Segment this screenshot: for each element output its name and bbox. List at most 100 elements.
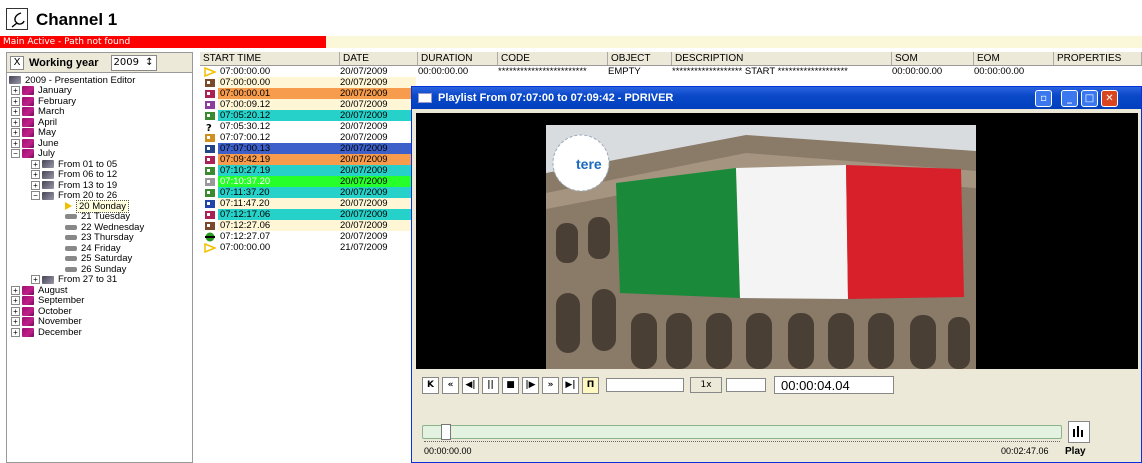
tree-month-november[interactable]: + November xyxy=(9,316,192,328)
row-highlight: 07:11:37.20 20/07/2009 xyxy=(218,187,416,198)
tree-item-label: July xyxy=(38,148,55,160)
date-cell: 20/07/2009 xyxy=(340,66,388,77)
tree-month-june[interactable]: + June xyxy=(9,138,192,149)
expand-toggle-icon[interactable]: + xyxy=(11,128,20,138)
start-flag-icon xyxy=(204,66,218,77)
tree-item-label: May xyxy=(38,127,56,139)
player-title-bar[interactable]: Playlist From 07:07:00 to 07:09:42 - PDR… xyxy=(412,87,1141,109)
clip-icon xyxy=(204,155,216,165)
tree-week-item[interactable]: + From 13 to 19 xyxy=(9,180,192,191)
expand-toggle-icon[interactable]: + xyxy=(11,96,20,106)
column-header-som[interactable]: SOM xyxy=(892,52,974,65)
month-book-icon xyxy=(22,285,34,295)
column-header-eom[interactable]: EOM xyxy=(974,52,1054,65)
restore-small-button[interactable]: ▫ xyxy=(1035,90,1052,107)
minimize-button[interactable]: _ xyxy=(1061,90,1078,107)
tree-item-label: From 06 to 12 xyxy=(58,169,118,181)
end-marker-icon xyxy=(204,232,216,242)
tree-month-october[interactable]: + October xyxy=(9,306,192,317)
fast-forward-button[interactable]: » xyxy=(542,376,559,394)
stop-button[interactable]: ■ xyxy=(502,376,519,394)
expand-toggle-icon[interactable]: + xyxy=(11,306,20,316)
fast-rewind-button[interactable]: « xyxy=(442,376,459,394)
position-slider-thumb[interactable] xyxy=(441,424,452,440)
expand-toggle-icon[interactable]: + xyxy=(11,285,20,295)
expand-toggle-icon[interactable]: + xyxy=(31,275,40,285)
close-tree-button[interactable]: X xyxy=(10,55,24,70)
month-book-icon xyxy=(22,149,34,159)
tree-root[interactable]: 2009 - Presentation Editor xyxy=(9,75,192,86)
spinner-arrows-icon[interactable]: ↕ xyxy=(145,57,153,68)
tree-month-july[interactable]: − July xyxy=(9,148,192,160)
tree-month-march[interactable]: + March xyxy=(9,106,192,117)
go-to-start-button[interactable]: K xyxy=(422,376,439,394)
expand-toggle-icon[interactable]: + xyxy=(11,86,20,96)
vu-meter-button[interactable] xyxy=(1068,421,1090,443)
close-button[interactable]: ✕ xyxy=(1101,90,1118,107)
tree-month-september[interactable]: + September xyxy=(9,295,192,306)
tree-day-item[interactable]: 26 Sunday xyxy=(9,264,192,275)
expand-toggle-icon[interactable]: + xyxy=(11,327,20,337)
tree-day-item[interactable]: 21 Tuesday xyxy=(9,211,192,222)
date-cell: 20/07/2009 xyxy=(340,132,388,143)
tree-month-december[interactable]: + December xyxy=(9,327,192,338)
calendar-tree[interactable]: 2009 - Presentation Editor + January + Febru… xyxy=(7,73,192,338)
month-book-icon xyxy=(22,107,34,117)
tree-week-item[interactable]: + From 27 to 31 xyxy=(9,274,192,285)
expand-toggle-icon[interactable]: + xyxy=(31,180,40,190)
tree-month-january[interactable]: + January xyxy=(9,85,192,96)
tree-day-item[interactable]: 20 Monday xyxy=(9,199,192,213)
expand-toggle-icon[interactable]: + xyxy=(11,317,20,327)
column-header-description[interactable]: DESCRIPTION xyxy=(672,52,892,65)
expand-toggle-icon[interactable]: + xyxy=(11,138,20,148)
month-book-icon xyxy=(22,327,34,337)
tree-month-may[interactable]: + May xyxy=(9,127,192,139)
maximize-button[interactable]: □ xyxy=(1081,90,1098,107)
step-back-button[interactable]: ◀| xyxy=(462,376,479,394)
tree-week-item[interactable]: + From 01 to 05 xyxy=(9,159,192,170)
go-to-end-button[interactable]: ▶| xyxy=(562,376,579,394)
step-forward-button[interactable]: |▶ xyxy=(522,376,539,394)
playlist-player-window[interactable]: Playlist From 07:07:00 to 07:09:42 - PDR… xyxy=(411,86,1142,463)
tree-day-item[interactable]: 25 Saturday xyxy=(9,253,192,264)
timecode-display: 00:00:04.04 xyxy=(774,376,894,394)
position-slider[interactable] xyxy=(422,424,1062,440)
tree-month-april[interactable]: + April xyxy=(9,117,192,128)
column-header-code[interactable]: CODE xyxy=(498,52,608,65)
date-cell: 20/07/2009 xyxy=(340,99,388,110)
day-icon xyxy=(65,245,77,251)
expand-toggle-icon[interactable]: + xyxy=(11,117,20,127)
column-header-date[interactable]: DATE xyxy=(340,52,418,65)
expand-toggle-icon[interactable]: + xyxy=(11,296,20,306)
tree-day-item[interactable]: 22 Wednesday xyxy=(9,222,192,233)
tree-item-label: February xyxy=(38,95,77,107)
date-cell: 20/07/2009 xyxy=(340,77,388,88)
jog-slider[interactable] xyxy=(606,378,684,392)
expand-toggle-icon[interactable]: − xyxy=(11,149,20,159)
year-spinner[interactable]: 2009 ↕ xyxy=(110,54,157,71)
column-header-duration[interactable]: DURATION xyxy=(418,52,498,65)
logo-watermark-text: tere xyxy=(576,156,602,172)
tree-item-label: November xyxy=(38,316,82,328)
tree-week-item[interactable]: + From 06 to 12 xyxy=(9,169,192,181)
expand-toggle-icon[interactable]: + xyxy=(11,107,20,117)
table-row[interactable]: 07:00:00.00 20/07/2009 00:00:00.00 ********… xyxy=(200,66,1142,77)
expand-toggle-icon[interactable]: + xyxy=(31,170,40,180)
column-header-object[interactable]: OBJECT xyxy=(608,52,672,65)
pause-button[interactable]: || xyxy=(482,376,499,394)
loop-toggle-button[interactable]: Π xyxy=(582,376,599,394)
som-cell: 00:00:00.00 xyxy=(892,66,943,77)
expand-toggle-icon[interactable]: + xyxy=(31,159,40,169)
month-book-icon xyxy=(22,128,34,138)
expand-toggle-icon[interactable]: − xyxy=(31,191,40,201)
tree-day-item[interactable]: 24 Friday xyxy=(9,243,192,254)
tree-month-august[interactable]: + August xyxy=(9,285,192,296)
column-header-properties[interactable]: PROPERTIES xyxy=(1054,52,1142,65)
eom-cell: 00:00:00.00 xyxy=(974,66,1025,77)
shuttle-slider[interactable] xyxy=(726,378,766,392)
column-header-start-time[interactable]: START TIME xyxy=(200,52,340,65)
tree-day-item[interactable]: 23 Thursday xyxy=(9,232,192,243)
tree-month-february[interactable]: + February xyxy=(9,96,192,107)
month-book-icon xyxy=(22,86,34,96)
row-highlight: 07:05:20.12 20/07/2009 xyxy=(218,110,416,121)
